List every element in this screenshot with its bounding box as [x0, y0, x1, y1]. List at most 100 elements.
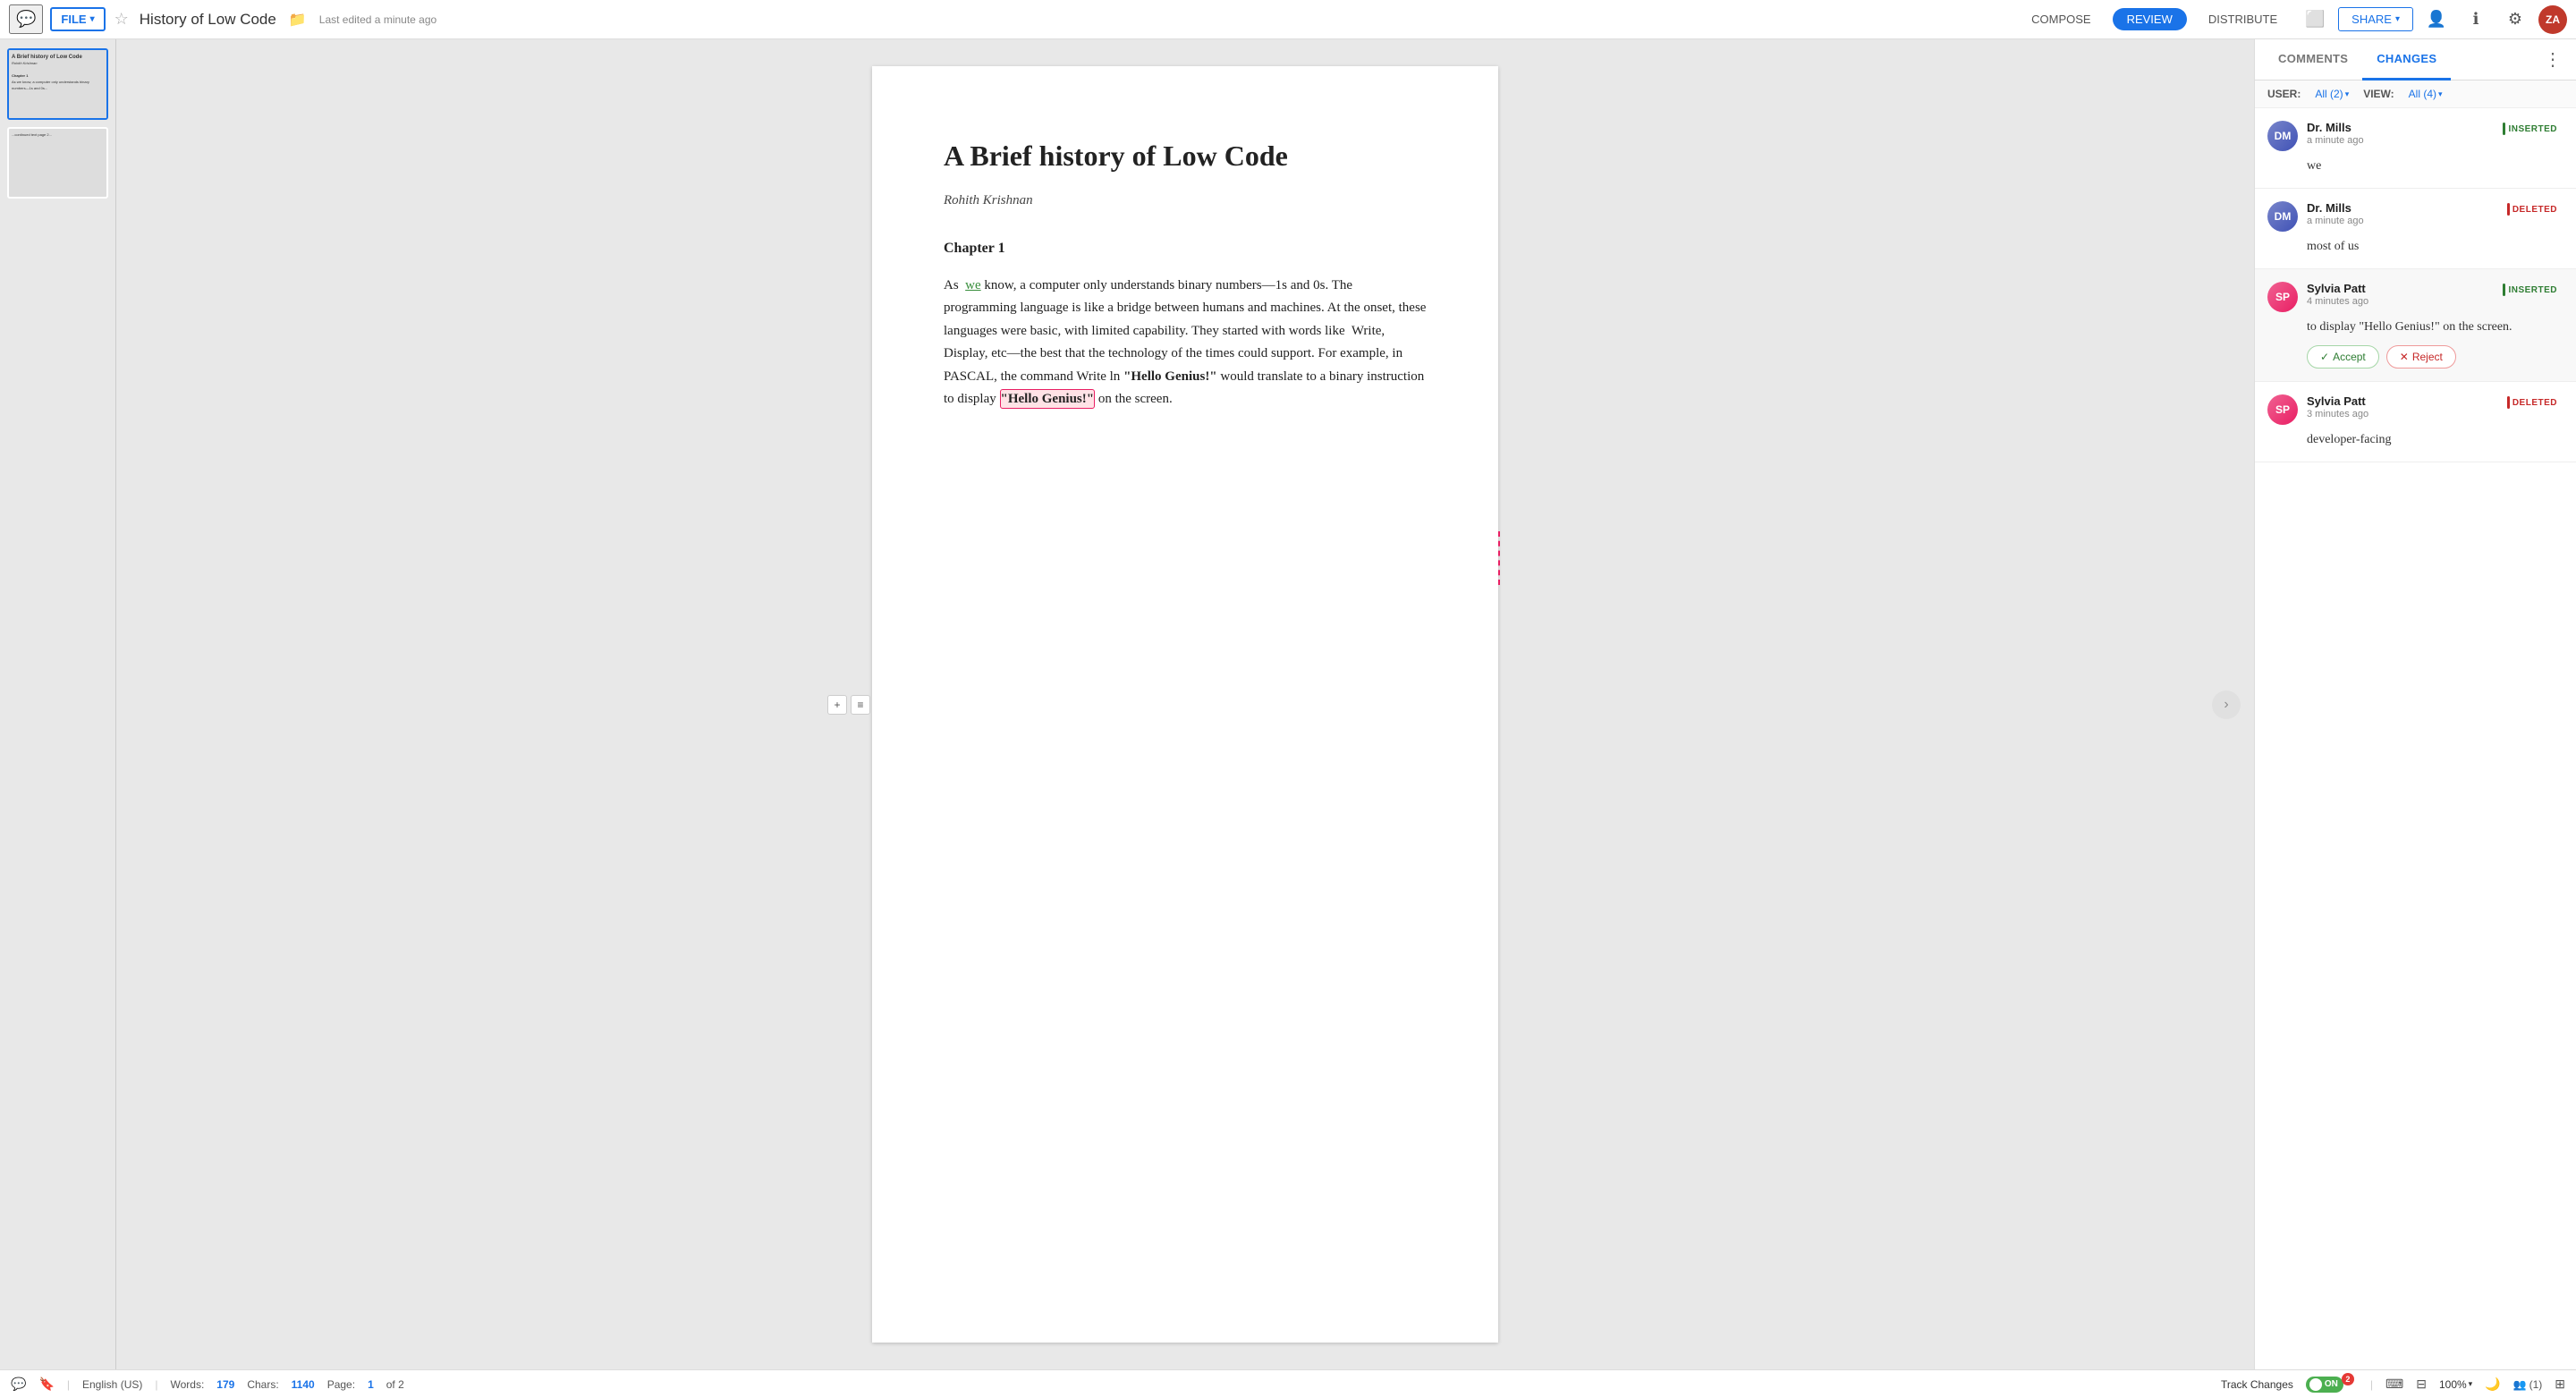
change-avatar: SP — [2267, 394, 2298, 425]
hamburger-menu[interactable]: 💬 — [9, 4, 43, 34]
change-username: Dr. Mills — [2307, 201, 2492, 215]
add-block-button[interactable]: + — [827, 695, 847, 715]
inserted-text-we: we — [965, 278, 981, 292]
change-text: to display "Hello Genius!" on the screen… — [2307, 318, 2563, 336]
user-avatar[interactable]: ZA — [2538, 5, 2567, 34]
present-icon[interactable]: ⬜ — [2299, 4, 2331, 36]
folder-icon[interactable]: 📁 — [289, 11, 307, 29]
avatar-initials: SP — [2275, 291, 2290, 303]
page-num: 1 — [368, 1378, 374, 1391]
night-mode-icon[interactable]: 🌙 — [2485, 1377, 2500, 1392]
track-badge: 2 — [2342, 1373, 2354, 1385]
avatar-initials: DM — [2275, 210, 2292, 223]
main-area: A Brief history of Low Code Rohith Krish… — [0, 39, 2576, 1369]
chars-label: Chars: — [247, 1378, 278, 1391]
change-time: a minute ago — [2307, 135, 2487, 146]
change-text: developer-facing — [2307, 430, 2563, 449]
scroll-right-hint[interactable]: › — [2212, 691, 2241, 719]
avatar-initials: DM — [2275, 130, 2292, 142]
panel-filters: USER: All (2) ▾ VIEW: All (4) ▾ — [2255, 80, 2576, 108]
share-label: SHARE — [2351, 13, 2392, 26]
tab-comments[interactable]: COMMENTS — [2264, 39, 2362, 80]
change-time: 4 minutes ago — [2307, 296, 2487, 307]
reject-button[interactable]: ✕ Reject — [2386, 345, 2456, 369]
review-button[interactable]: REVIEW — [2113, 8, 2187, 30]
compose-button[interactable]: COMPOSE — [2017, 8, 2105, 30]
change-avatar: DM — [2267, 201, 2298, 232]
favorite-icon[interactable]: ☆ — [114, 10, 129, 29]
changes-list: DM Dr. Mills a minute ago INSERTED we DM — [2255, 108, 2576, 1369]
change-item-c4[interactable]: SP Sylvia Patt 3 minutes ago DELETED dev… — [2255, 382, 2576, 462]
panel-more-icon[interactable]: ⋮ — [2538, 45, 2567, 74]
change-meta: Dr. Mills a minute ago — [2307, 121, 2487, 146]
last-edited-label: Last edited a minute ago — [319, 13, 436, 26]
comment-status-icon[interactable]: 💬 — [11, 1377, 26, 1392]
change-text: we — [2307, 157, 2563, 175]
document-title: History of Low Code — [140, 11, 276, 29]
change-header: DM Dr. Mills a minute ago INSERTED — [2267, 121, 2563, 151]
top-nav: 💬 FILE ▾ ☆ History of Low Code 📁 Last ed… — [0, 0, 2576, 39]
accept-button[interactable]: ✓ Accept — [2307, 345, 2379, 369]
right-panel: COMMENTS CHANGES ⋮ USER: All (2) ▾ VIEW:… — [2254, 39, 2576, 1369]
user-icon[interactable]: 👤 — [2420, 4, 2453, 36]
status-bar: 💬 🔖 | English (US) | Words: 179 Chars: 1… — [0, 1369, 2576, 1398]
page-of: of 2 — [386, 1378, 404, 1391]
chars-count: 1140 — [292, 1378, 315, 1391]
change-item-c1[interactable]: DM Dr. Mills a minute ago INSERTED we — [2255, 108, 2576, 189]
bookmark-status-icon[interactable]: 🔖 — [38, 1377, 54, 1392]
info-icon[interactable]: ℹ — [2460, 4, 2492, 36]
change-avatar: SP — [2267, 282, 2298, 312]
change-username: Dr. Mills — [2307, 121, 2487, 134]
user-filter-select[interactable]: All (2) ▾ — [2315, 88, 2349, 100]
block-controls: + ≡ — [827, 695, 870, 715]
change-actions: ✓ Accept ✕ Reject — [2307, 345, 2563, 369]
badge-bar — [2507, 203, 2510, 216]
page-view-icon[interactable]: ⊞ — [2555, 1377, 2565, 1392]
zoom-control[interactable]: 100% ▾ — [2439, 1378, 2472, 1391]
change-item-c2[interactable]: DM Dr. Mills a minute ago DELETED most o… — [2255, 189, 2576, 269]
page-thumbnail-2[interactable]: ...continued text page 2... — [7, 127, 108, 199]
badge-bar — [2503, 284, 2505, 296]
change-header: DM Dr. Mills a minute ago DELETED — [2267, 201, 2563, 232]
badge-text: INSERTED — [2508, 285, 2557, 295]
change-meta: Dr. Mills a minute ago — [2307, 201, 2492, 226]
file-menu-button[interactable]: FILE ▾ — [50, 7, 105, 31]
users-online[interactable]: 👥 (1) — [2513, 1378, 2543, 1391]
highlighted-text: "Hello Genius!" — [1000, 389, 1096, 409]
check-icon: ✓ — [2320, 351, 2329, 363]
settings-icon[interactable]: ⚙ — [2499, 4, 2531, 36]
file-caret: ▾ — [90, 14, 95, 24]
doc-chapter: Chapter 1 — [944, 241, 1427, 257]
doc-body: As we know, a computer only understands … — [944, 275, 1427, 411]
layout-icon[interactable]: ⊟ — [2416, 1377, 2427, 1392]
change-header: SP Sylvia Patt 4 minutes ago INSERTED — [2267, 282, 2563, 312]
share-caret: ▾ — [2395, 14, 2400, 24]
view-filter-select[interactable]: All (4) ▾ — [2409, 88, 2443, 100]
change-username: Sylvia Patt — [2307, 394, 2492, 408]
change-badge: INSERTED — [2496, 282, 2563, 298]
view-filter-label: VIEW: — [2363, 88, 2394, 100]
change-item-c3[interactable]: SP Sylvia Patt 4 minutes ago INSERTED to… — [2255, 269, 2576, 382]
track-changes-toggle[interactable]: ON — [2306, 1377, 2343, 1393]
change-badge: DELETED — [2501, 394, 2563, 411]
toggle-dot — [2309, 1378, 2322, 1391]
change-avatar: DM — [2267, 121, 2298, 151]
badge-text: DELETED — [2512, 205, 2557, 215]
distribute-button[interactable]: DISTRIBUTE — [2194, 8, 2292, 30]
doc-author: Rohith Krishnan — [944, 193, 1427, 208]
language-label[interactable]: English (US) — [82, 1378, 142, 1391]
avatar-initials: SP — [2275, 403, 2290, 416]
change-time: 3 minutes ago — [2307, 409, 2492, 419]
share-button[interactable]: SHARE ▾ — [2338, 7, 2413, 31]
x-icon: ✕ — [2400, 351, 2409, 363]
document-page: + ≡ A Brief history of Low Code Rohith K… — [872, 66, 1498, 1343]
file-label: FILE — [61, 13, 86, 26]
track-changes-label: Track Changes — [2221, 1378, 2293, 1391]
keyboard-icon[interactable]: ⌨ — [2385, 1377, 2403, 1392]
tab-changes[interactable]: CHANGES — [2362, 39, 2451, 80]
page-thumbnail-1[interactable]: A Brief history of Low Code Rohith Krish… — [7, 48, 108, 120]
change-username: Sylvia Patt — [2307, 282, 2487, 295]
move-block-button[interactable]: ≡ — [851, 695, 870, 715]
words-label: Words: — [170, 1378, 204, 1391]
words-count: 179 — [216, 1378, 234, 1391]
